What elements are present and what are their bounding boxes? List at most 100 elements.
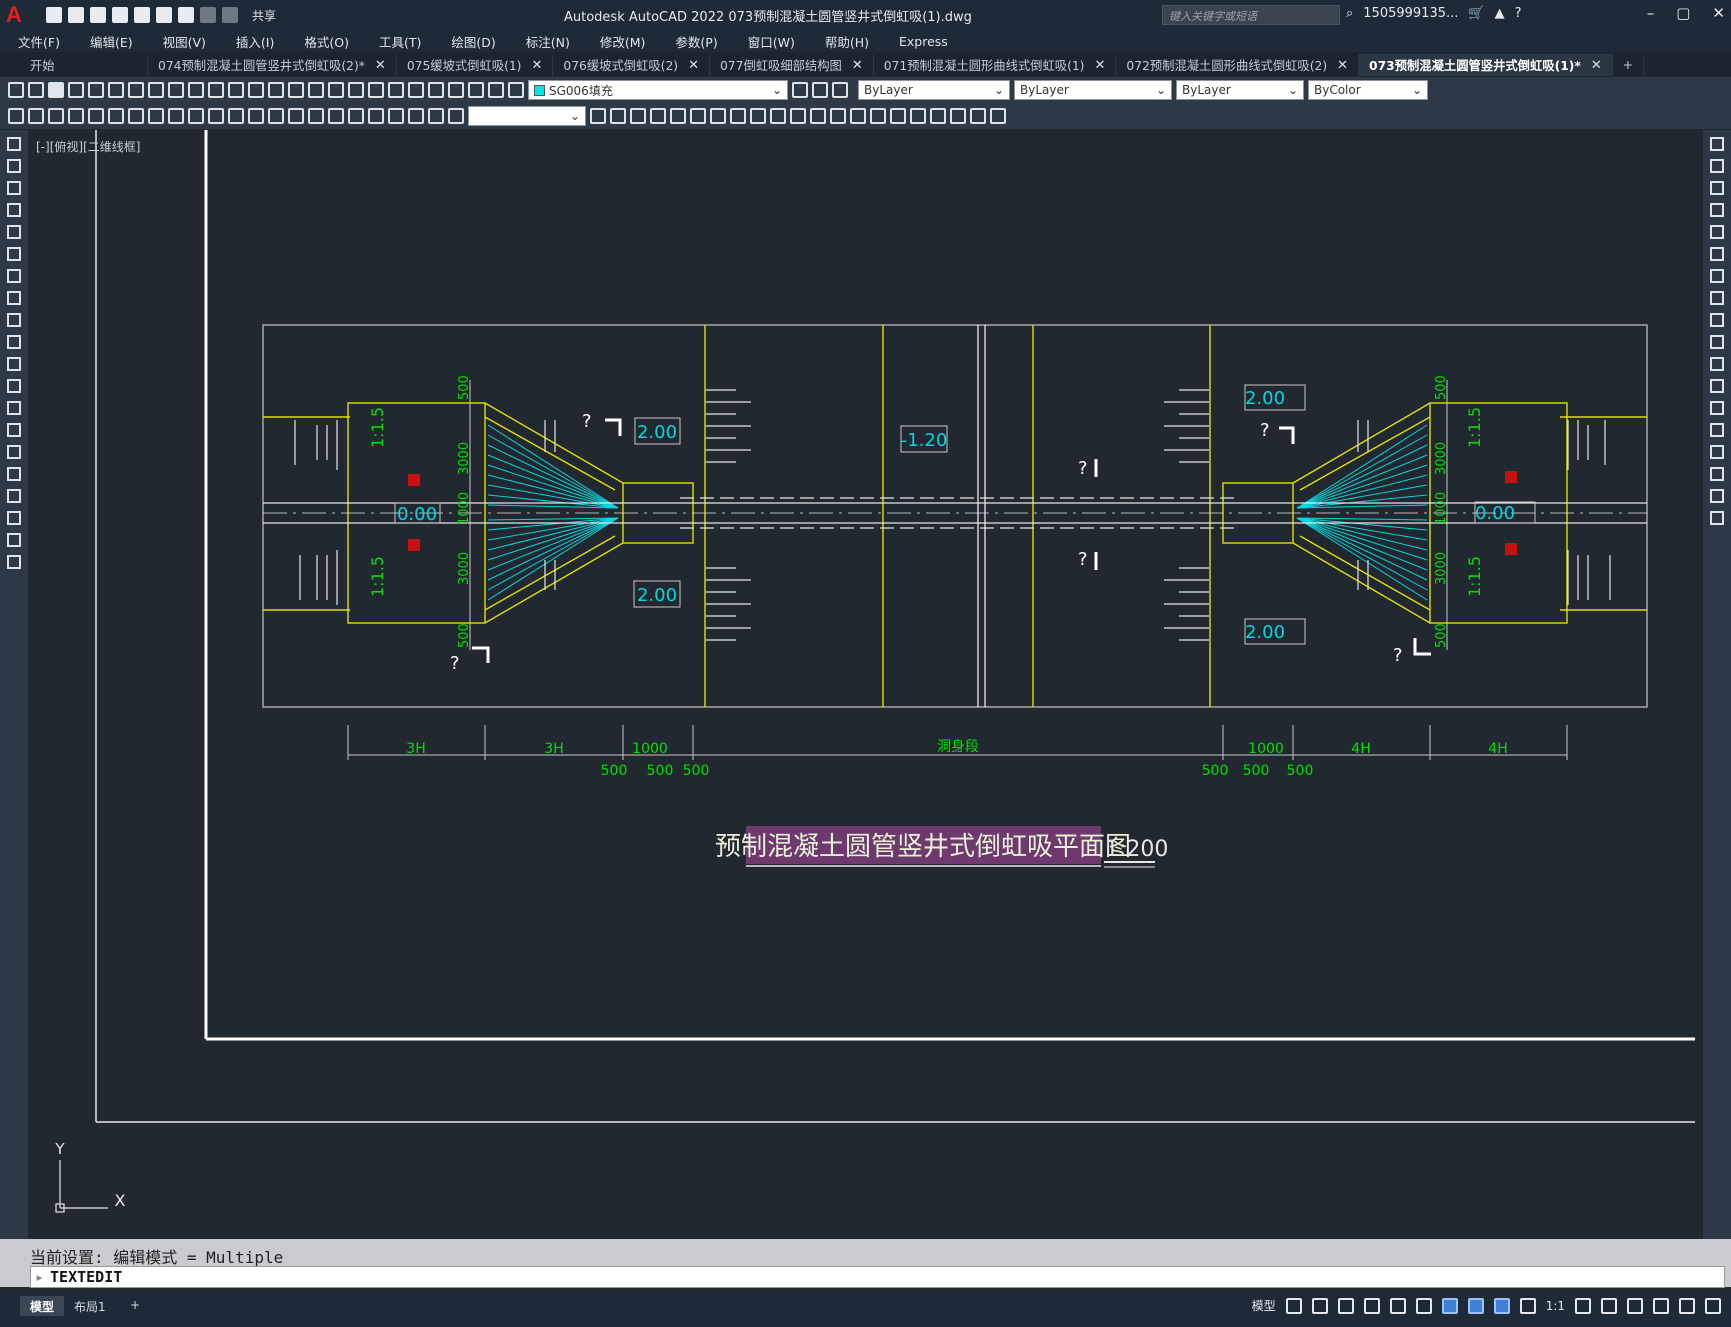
zoom-previous-icon[interactable] [348,82,364,98]
save-as-icon[interactable] [112,7,128,23]
array-icon[interactable] [690,108,706,124]
tab-model[interactable]: 模型 [20,1296,65,1316]
bring-to-front-icon[interactable] [950,108,966,124]
close-tab-icon[interactable]: ✕ [375,58,386,73]
redo-icon[interactable] [222,7,238,23]
circle-icon[interactable] [7,269,21,283]
search-icon[interactable]: ⌕ [1346,6,1353,21]
autocad-logo-icon[interactable]: A [6,4,28,26]
blend-curves-icon[interactable] [1710,489,1724,503]
extend-icon[interactable] [1710,357,1724,371]
angular-dimension-icon[interactable] [208,108,224,124]
menu-item-3[interactable]: 插入(I) [236,32,274,51]
workspace-gear-icon[interactable] [1575,1297,1591,1314]
viewport-controls[interactable]: [-][俯视][二维线框] [36,138,140,155]
polygon-icon[interactable] [7,203,21,217]
drawing-canvas[interactable]: 2.00 2.00 -1.20 0.00 2.00 2.00 0.00 1:1.… [28,130,1703,1239]
menu-item-2[interactable]: 视图(V) [163,32,206,51]
layer-properties-icon[interactable] [488,82,504,98]
stretch-icon[interactable] [770,108,786,124]
break-icon[interactable] [830,108,846,124]
tool-palettes-icon[interactable] [408,82,424,98]
save-icon[interactable] [48,82,64,98]
auto-scale-icon[interactable] [1493,1297,1510,1314]
open-icon[interactable] [68,7,84,23]
document-tab[interactable]: 073预制混凝土圆管竖井式倒虹吸(1)* ✕ [1359,54,1613,76]
3d-dwf-icon[interactable] [128,82,144,98]
add-selected-icon[interactable] [7,555,21,569]
baseline-dimension-icon[interactable] [248,108,264,124]
inspection-icon[interactable] [368,108,384,124]
quick-dimension-icon[interactable] [228,108,244,124]
color-dropdown[interactable]: ByLayer ⌄ [858,80,1010,100]
diameter-dimension-icon[interactable] [188,108,204,124]
model-space-label[interactable]: 模型 [1252,1297,1276,1314]
copy-icon[interactable] [1710,159,1724,173]
chamfer-icon[interactable] [1710,445,1724,459]
isolate-objects-icon[interactable] [1627,1297,1643,1314]
continue-dimension-icon[interactable] [268,108,284,124]
plot-icon[interactable] [68,82,84,98]
lightbulb-icon[interactable] [508,82,524,98]
block-editor-icon[interactable] [228,82,244,98]
cart-icon[interactable]: 🛒 [1468,6,1484,21]
break-at-point-icon[interactable] [1710,379,1724,393]
linear-dimension-icon[interactable] [68,108,84,124]
osnap-icon[interactable] [1389,1297,1406,1314]
erase-icon[interactable] [1710,137,1724,151]
clean-screen-icon[interactable] [1679,1297,1695,1314]
customization-menu-icon[interactable] [1705,1297,1721,1314]
stretch-icon[interactable] [1710,313,1724,327]
snap-icon[interactable] [8,108,24,124]
close-tab-icon[interactable]: ✕ [688,58,699,73]
multiline-text-icon[interactable] [7,533,21,547]
gradient-icon[interactable] [7,467,21,481]
new-icon[interactable] [46,7,62,23]
layer-iso-icon[interactable] [28,108,44,124]
construction-line-icon[interactable] [7,159,21,173]
share-button[interactable]: 共享 [252,7,276,24]
explode-icon[interactable] [1710,511,1724,525]
sheet-set-icon[interactable] [428,82,444,98]
arc-length-icon[interactable] [108,108,124,124]
cut-icon[interactable] [148,82,164,98]
text-to-front-icon[interactable] [990,108,1006,124]
drawing-title[interactable]: 预制混凝土圆管竖井式倒虹吸平面图 [715,832,1131,862]
draw-order-icon[interactable] [930,108,946,124]
mirror-icon[interactable] [1710,181,1724,195]
web-save-icon[interactable] [156,7,172,23]
plot-preview-icon[interactable] [88,82,104,98]
dimension-update-icon[interactable] [448,108,464,124]
table-icon[interactable] [7,511,21,525]
point-icon[interactable] [7,423,21,437]
ortho-icon[interactable] [1337,1297,1354,1314]
publish-icon[interactable] [108,82,124,98]
maximize-button[interactable]: ▢ [1676,4,1690,22]
join-icon[interactable] [850,108,866,124]
copy-object-icon[interactable] [630,108,646,124]
trim-icon[interactable] [790,108,806,124]
close-tab-icon[interactable]: ✕ [1094,58,1105,73]
scale-icon[interactable] [1710,291,1724,305]
properties-icon[interactable] [368,82,384,98]
save-icon[interactable] [90,7,106,23]
user-account[interactable]: 1505999135... [1363,6,1458,21]
annotation-scale[interactable]: 1:1 [1546,1299,1565,1313]
lineweight-icon[interactable] [1441,1297,1458,1314]
rectangle-icon[interactable] [7,225,21,239]
break-icon[interactable] [1710,401,1724,415]
region-icon[interactable] [7,489,21,503]
menu-item-7[interactable]: 标注(N) [526,32,570,51]
ellipse-arc-icon[interactable] [7,357,21,371]
hatch-icon[interactable] [7,445,21,459]
autodesk-app-icon[interactable]: ▲ [1495,6,1505,21]
zoom-realtime-icon[interactable] [308,82,324,98]
new-tab-button[interactable]: + [1613,54,1645,76]
rotate-icon[interactable] [1710,269,1724,283]
tab-layout1[interactable]: 布局1 [64,1296,116,1316]
close-tab-icon[interactable]: ✕ [1591,58,1602,73]
lineweight-dropdown[interactable]: ByLayer ⌄ [1176,80,1304,100]
menu-item-9[interactable]: 参数(P) [675,32,717,51]
annotation-visibility-icon[interactable] [1467,1297,1484,1314]
menu-item-11[interactable]: 帮助(H) [825,32,869,51]
